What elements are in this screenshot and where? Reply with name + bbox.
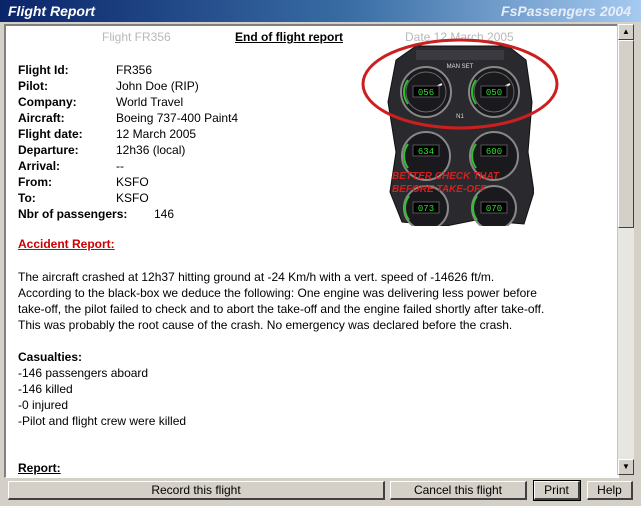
- info-row-flight-date: Flight date: 12 March 2005: [18, 126, 238, 142]
- brand-label: FsPassengers 2004: [501, 3, 631, 19]
- info-value: World Travel: [116, 95, 184, 109]
- gauge-readout: 600: [486, 147, 502, 157]
- info-value: Boeing 737-400 Paint4: [116, 111, 239, 125]
- casualties-line: -0 injured: [18, 398, 69, 412]
- info-value: KSFO: [116, 175, 149, 189]
- cancel-flight-button[interactable]: Cancel this flight: [390, 481, 527, 500]
- info-label: From:: [18, 175, 52, 189]
- info-label: Arrival:: [18, 159, 61, 173]
- info-row-departure: Departure: 12h36 (local): [18, 142, 238, 158]
- info-row-flight-id: Flight Id: FR356: [18, 62, 238, 78]
- info-value: John Doe (RIP): [116, 79, 199, 93]
- info-label: Flight Id:: [18, 63, 69, 77]
- report-heading: Report:: [18, 461, 61, 475]
- vertical-scrollbar[interactable]: ▲ ▼: [617, 24, 634, 475]
- casualties-line: -Pilot and flight crew were killed: [18, 414, 187, 428]
- flight-info: Flight Id: FR356 Pilot: John Doe (RIP) Com…: [18, 62, 238, 222]
- accident-line: take-off, the pilot failed to check and …: [18, 302, 545, 316]
- accident-line: This was probably the root cause of the …: [18, 318, 513, 332]
- info-row-passengers: Nbr of passengers: 146: [18, 206, 238, 222]
- gauge-readout: 634: [418, 147, 434, 157]
- casualties-section: Casualties: -146 passengers aboard -146 …: [18, 349, 186, 429]
- gauge-readout: 070: [486, 204, 502, 214]
- scrollbar-thumb[interactable]: [618, 40, 634, 228]
- info-row-from: From: KSFO: [18, 174, 238, 190]
- accident-line: The aircraft crashed at 12h37 hitting gr…: [18, 270, 495, 284]
- info-value: FR356: [116, 63, 153, 77]
- info-row-arrival: Arrival: --: [18, 158, 238, 174]
- info-label: To:: [18, 191, 36, 205]
- window-title: Flight Report: [8, 3, 96, 19]
- info-value: 12h36 (local): [116, 143, 186, 157]
- scroll-up-button[interactable]: ▲: [618, 24, 634, 40]
- info-label: Flight date:: [18, 127, 83, 141]
- header-title: End of flight report: [235, 30, 343, 44]
- info-value: 12 March 2005: [116, 127, 197, 141]
- info-label: Aircraft:: [18, 111, 65, 125]
- info-label: Company:: [18, 95, 77, 109]
- warning-line-1: BETTER CHECK THAT: [392, 171, 500, 182]
- info-label: Pilot:: [18, 79, 48, 93]
- info-row-company: Company: World Travel: [18, 94, 238, 110]
- accident-line: According to the black-box we deduce the…: [18, 286, 537, 300]
- casualties-line: -146 killed: [18, 382, 73, 396]
- info-row-to: To: KSFO: [18, 190, 238, 206]
- casualties-line: -146 passengers aboard: [18, 366, 149, 380]
- warning-line-2: BEFORE TAKE-OFF: [392, 184, 487, 195]
- header-flight: Flight FR356: [102, 30, 171, 44]
- accident-report-heading: Accident Report:: [18, 237, 115, 251]
- info-value: --: [116, 159, 124, 173]
- info-label: Departure:: [18, 143, 79, 157]
- highlight-ellipse: [361, 38, 559, 130]
- print-button[interactable]: Print: [533, 480, 581, 501]
- casualties-heading: Casualties:: [18, 350, 83, 364]
- help-button[interactable]: Help: [587, 481, 633, 500]
- info-row-aircraft: Aircraft: Boeing 737-400 Paint4: [18, 110, 238, 126]
- title-bar: Flight Report FsPassengers 2004: [0, 0, 641, 22]
- record-flight-button[interactable]: Record this flight: [8, 481, 385, 500]
- gauge-readout: 073: [418, 204, 434, 214]
- scroll-down-button[interactable]: ▼: [618, 459, 634, 475]
- info-row-pilot: Pilot: John Doe (RIP): [18, 78, 238, 94]
- info-value: KSFO: [116, 191, 149, 205]
- accident-report-text: The aircraft crashed at 12h37 hitting gr…: [18, 269, 608, 333]
- info-value: 146: [154, 207, 175, 221]
- info-label: Nbr of passengers:: [18, 207, 128, 221]
